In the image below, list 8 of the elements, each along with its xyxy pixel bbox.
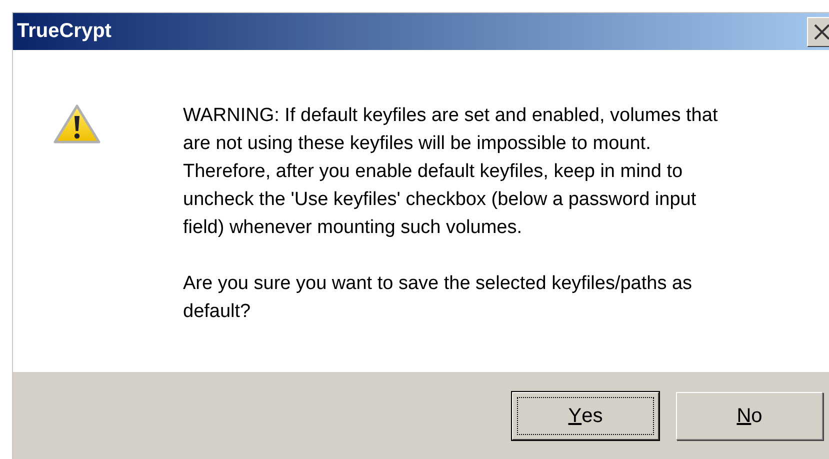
yes-button[interactable]: Yes (512, 392, 659, 440)
close-icon (813, 22, 829, 40)
window-title: TrueCrypt (17, 20, 112, 43)
message-text: Are you sure you want to save the selected keyfiles/paths as default? (183, 272, 694, 324)
message-text: WARNING: If default keyfiles are set and enabled, volumes that are not using these keyfiles will be impossible to mount. Therefore, after you enable default keyfiles, keep in mind to uncheck the 'Use keyfiles' checkbox (below a password input field) whenever mounting such volumes. (183, 104, 718, 240)
close-button[interactable] (807, 16, 829, 46)
warning-icon (53, 104, 101, 144)
no-button[interactable]: No (676, 392, 823, 440)
